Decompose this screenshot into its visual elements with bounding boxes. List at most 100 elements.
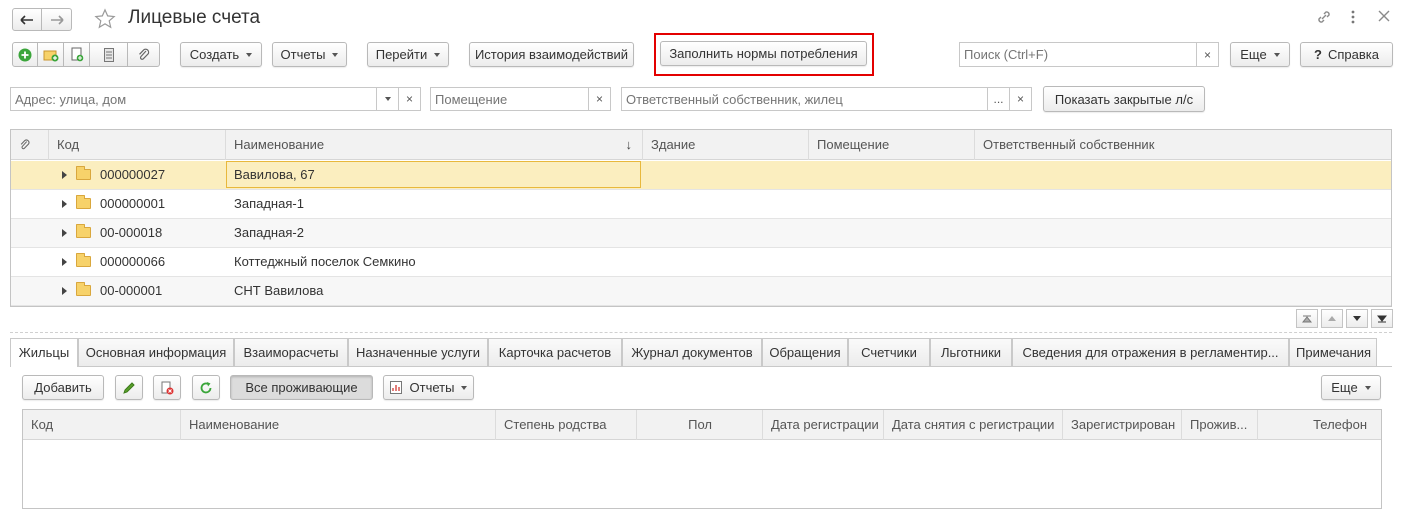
document-copy-icon <box>71 47 83 62</box>
plus-circle-icon <box>18 48 32 61</box>
column-header-residing[interactable]: Прожив... <box>1181 410 1257 440</box>
column-header-kinship[interactable]: Степень родства <box>495 410 636 440</box>
table-row[interactable]: 000000027 Вавилова, 67 <box>11 161 1391 190</box>
room-filter-input[interactable] <box>430 87 589 111</box>
scroll-down-button[interactable] <box>1346 309 1368 328</box>
show-closed-accounts-button[interactable]: Показать закрытые л/с <box>1043 86 1205 112</box>
column-header-code[interactable]: Код <box>48 130 225 160</box>
add-account-button[interactable] <box>12 42 38 67</box>
forward-button[interactable] <box>42 8 72 31</box>
row-name: СНТ Вавилова <box>234 283 324 298</box>
scroll-up-button[interactable] <box>1321 309 1343 328</box>
fill-consumption-norms-button[interactable]: Заполнить нормы потребления <box>660 41 867 66</box>
owner-select-button[interactable]: ... <box>988 87 1010 111</box>
table-row[interactable]: 000000001 Западная-1 <box>11 190 1391 219</box>
tab-bar-baseline <box>10 366 1392 367</box>
row-code: 00-000001 <box>100 283 163 298</box>
add-resident-button[interactable]: Добавить <box>22 375 104 400</box>
close-icon: × <box>595 92 603 106</box>
column-header-gender[interactable]: Пол <box>636 410 762 440</box>
more-menu-button[interactable] <box>1350 9 1360 27</box>
residents-more-button[interactable]: Еще <box>1321 375 1381 400</box>
address-clear-button[interactable]: × <box>399 87 421 111</box>
arrow-left-icon <box>20 14 33 25</box>
expand-arrow-icon[interactable] <box>62 258 67 266</box>
copy-button[interactable] <box>64 42 90 67</box>
tab-11[interactable]: Примечания <box>1289 338 1377 366</box>
row-name: Вавилова, 67 <box>226 161 641 188</box>
column-header-phone[interactable]: Телефон <box>1257 410 1381 440</box>
owner-clear-button[interactable]: × <box>1010 87 1032 111</box>
expand-arrow-icon[interactable] <box>62 171 67 179</box>
tab-9[interactable]: Льготники <box>930 338 1012 366</box>
link-icon <box>1318 11 1330 23</box>
owner-filter-input[interactable] <box>621 87 988 111</box>
link-button[interactable] <box>1316 9 1334 27</box>
delete-resident-button[interactable] <box>153 375 181 400</box>
attach-button[interactable] <box>128 42 160 67</box>
folder-icon <box>76 253 91 267</box>
create-button[interactable]: Создать <box>180 42 262 67</box>
column-header-resident-name[interactable]: Наименование <box>180 410 495 440</box>
edit-resident-button[interactable] <box>115 375 143 400</box>
folder-icon <box>76 195 91 209</box>
go-button[interactable]: Перейти <box>367 42 449 67</box>
tab-2[interactable]: Основная информация <box>78 338 234 366</box>
search-input[interactable] <box>959 42 1197 67</box>
list-view-button[interactable] <box>90 42 128 67</box>
address-filter-input[interactable] <box>10 87 377 111</box>
address-dropdown-button[interactable] <box>377 87 399 111</box>
room-clear-button[interactable]: × <box>589 87 611 111</box>
column-header-building[interactable]: Здание <box>642 130 808 160</box>
refresh-button[interactable] <box>192 375 220 400</box>
resident-reports-button[interactable]: Отчеты <box>383 375 474 400</box>
tab-3[interactable]: Взаиморасчеты <box>234 338 348 366</box>
tab-6[interactable]: Журнал документов <box>622 338 762 366</box>
scroll-bottom-button[interactable] <box>1371 309 1393 328</box>
close-button[interactable] <box>1378 10 1392 24</box>
scroll-top-button[interactable] <box>1296 309 1318 328</box>
splitter[interactable] <box>10 332 1392 333</box>
table-row[interactable]: 00-000018 Западная-2 <box>11 219 1391 248</box>
tab-4[interactable]: Назначенные услуги <box>348 338 488 366</box>
chevron-down-icon <box>246 52 253 57</box>
tab-5[interactable]: Карточка расчетов <box>488 338 622 366</box>
more-button[interactable]: Еще <box>1230 42 1290 67</box>
chevron-down-icon <box>1273 52 1280 57</box>
tab-10[interactable]: Сведения для отражения в регламентир... <box>1012 338 1289 366</box>
table-row[interactable]: 00-000001 СНТ Вавилова <box>11 277 1391 306</box>
accounts-table-header: Код Наименование ↓ Здание Помещение Отве… <box>11 130 1391 160</box>
tab-8[interactable]: Счетчики <box>848 338 930 366</box>
search-clear-button[interactable]: × <box>1197 42 1219 67</box>
folder-icon <box>76 166 91 180</box>
chevron-up-icon <box>1328 316 1336 321</box>
expand-arrow-icon[interactable] <box>62 287 67 295</box>
column-header-registered[interactable]: Зарегистрирован <box>1062 410 1181 440</box>
tab-7[interactable]: Обращения <box>762 338 848 366</box>
chevron-down-icon <box>434 52 441 57</box>
close-icon: × <box>1016 92 1024 106</box>
chevron-down-icon <box>332 52 339 57</box>
table-row[interactable]: 000000066 Коттеджный поселок Семкино <box>11 248 1391 277</box>
row-name: Западная-1 <box>234 196 304 211</box>
column-header-registration-date[interactable]: Дата регистрации <box>762 410 883 440</box>
expand-arrow-icon[interactable] <box>62 200 67 208</box>
attachment-column-header[interactable] <box>11 130 48 160</box>
chevron-down-icon <box>1353 316 1361 321</box>
expand-arrow-icon[interactable] <box>62 229 67 237</box>
column-header-room[interactable]: Помещение <box>808 130 974 160</box>
column-header-name[interactable]: Наименование ↓ <box>225 130 642 160</box>
reports-button[interactable]: Отчеты <box>272 42 347 67</box>
column-header-responsible-owner[interactable]: Ответственный собственник <box>974 130 1391 160</box>
add-group-button[interactable] <box>38 42 64 67</box>
tab-1[interactable]: Жильцы <box>10 338 78 367</box>
row-name: Коттеджный поселок Семкино <box>234 254 416 269</box>
help-button[interactable]: ? Справка <box>1300 42 1393 67</box>
back-button[interactable] <box>12 8 42 31</box>
interaction-history-button[interactable]: История взаимодействий <box>469 42 634 67</box>
favorite-star[interactable] <box>94 8 118 32</box>
column-header-resident-code[interactable]: Код <box>23 410 180 440</box>
column-header-deregistration-date[interactable]: Дата снятия с регистрации <box>883 410 1062 440</box>
row-code: 00-000018 <box>100 225 163 240</box>
all-residents-toggle[interactable]: Все проживающие <box>230 375 373 400</box>
